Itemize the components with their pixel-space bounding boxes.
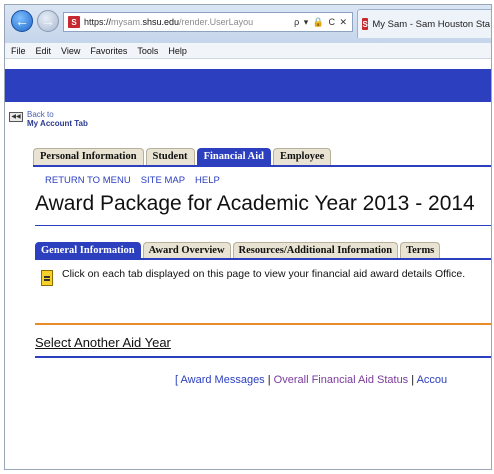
select-another-aid-year-link[interactable]: Select Another Aid Year: [35, 335, 171, 350]
footer-separator: |: [408, 374, 417, 386]
sub-tabs-underline: [35, 258, 491, 260]
info-message: Click on each tab displayed on this page…: [62, 268, 466, 280]
menu-file[interactable]: File: [11, 46, 26, 56]
page-title: Award Package for Academic Year 2013 - 2…: [35, 192, 475, 215]
menu-tools[interactable]: Tools: [137, 46, 158, 56]
tab-title: My Sam - Sam Houston Sta...: [372, 18, 492, 30]
help-link[interactable]: HELP: [195, 175, 220, 186]
address-bar[interactable]: S https:// mysam. shsu.edu /render.UserL…: [63, 12, 353, 32]
arrow-left-icon: ←: [15, 13, 29, 29]
back-arrows-icon: ◀◀: [9, 112, 23, 122]
note-icon: [41, 270, 53, 286]
return-to-menu-link[interactable]: RETURN TO MENU: [45, 175, 131, 186]
account-link[interactable]: Accou: [417, 374, 448, 386]
menu-bar: File Edit View Favorites Tools Help: [5, 43, 491, 59]
browser-chrome: ← → S https:// mysam. shsu.edu /render.U…: [5, 5, 491, 44]
tab-favicon-icon: S: [362, 18, 369, 30]
award-sub-tabs: General Information Award Overview Resou…: [35, 242, 442, 260]
menu-view[interactable]: View: [61, 46, 80, 56]
section-divider: [35, 323, 491, 325]
toolbar-band: [5, 59, 491, 69]
site-favicon-icon: S: [68, 16, 80, 28]
menu-edit[interactable]: Edit: [36, 46, 52, 56]
browser-forward-button[interactable]: →: [37, 10, 59, 32]
url-host: shsu.edu: [142, 17, 180, 27]
bottom-divider: [35, 356, 491, 358]
footer-links: [ Award Messages | Overall Financial Aid…: [175, 374, 447, 386]
top-links: RETURN TO MENU SITE MAP HELP: [45, 175, 220, 186]
overall-financial-aid-status-link[interactable]: Overall Financial Aid Status: [274, 374, 409, 386]
footer-separator: |: [264, 374, 274, 386]
arrow-right-icon: →: [41, 13, 55, 29]
site-map-link[interactable]: SITE MAP: [141, 175, 185, 186]
browser-back-button[interactable]: ←: [11, 10, 33, 32]
title-divider: [35, 225, 491, 226]
main-tabs: Personal Information Student Financial A…: [33, 148, 333, 167]
back-link-line1: Back to: [27, 110, 54, 119]
back-link-line2: My Account Tab: [27, 119, 88, 128]
url-subdomain: mysam.: [111, 17, 143, 27]
menu-help[interactable]: Help: [168, 46, 187, 56]
url-path: /render.UserLayou: [179, 17, 254, 27]
browser-window: ← → S https:// mysam. shsu.edu /render.U…: [4, 4, 492, 470]
back-to-account-link[interactable]: ◀◀ Back to My Account Tab: [9, 110, 88, 128]
main-tabs-underline: [33, 165, 491, 167]
award-messages-link[interactable]: Award Messages: [181, 374, 265, 386]
menu-favorites[interactable]: Favorites: [90, 46, 127, 56]
address-tools-icons[interactable]: ρ ▾ 🔒 C ✕: [294, 17, 352, 28]
site-header-band: [5, 69, 491, 102]
browser-tab[interactable]: S My Sam - Sam Houston Sta...: [357, 9, 492, 38]
url-protocol: https://: [84, 17, 112, 27]
